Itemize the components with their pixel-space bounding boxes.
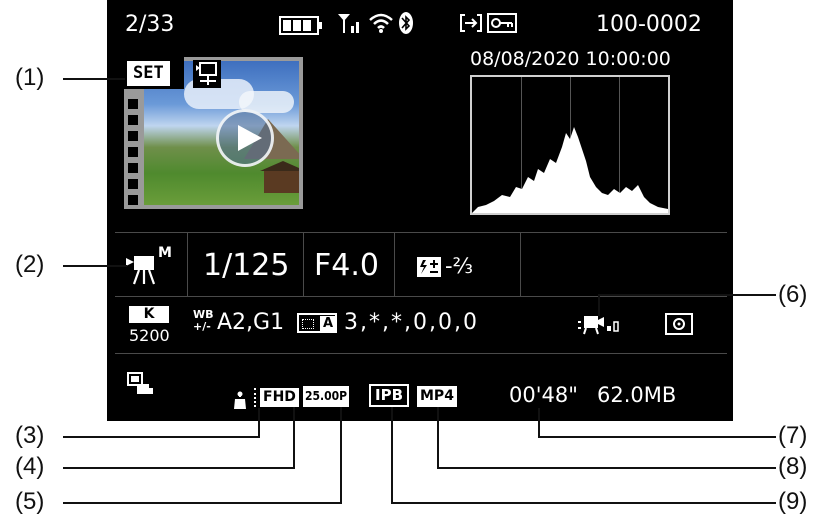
leader-3-v [258, 408, 260, 438]
frame-count: 2/33 [125, 12, 175, 37]
play-icon[interactable] [216, 109, 274, 167]
leader-4-v [293, 407, 295, 469]
leader-6-h [600, 294, 776, 296]
divider-2 [115, 296, 727, 297]
picture-style-values: 3,*,*,0,0,0 [344, 310, 479, 335]
wb-shift-icon: +/- [193, 320, 211, 333]
callout-1: (1) [15, 64, 45, 91]
divider-v4 [520, 233, 521, 296]
flash-exposure-comp-icon [417, 257, 441, 277]
leader-2 [63, 265, 127, 267]
frame-rate-badge: 25.00P [303, 386, 350, 407]
callout-4: (4) [15, 453, 45, 480]
compression-badge: IPB [369, 384, 410, 407]
callout-5: (5) [15, 488, 45, 515]
callout-8: (8) [778, 453, 808, 480]
picture-style-label: A [320, 316, 336, 331]
histogram [470, 75, 670, 215]
movie-mode-manual: M [158, 245, 172, 261]
leader-9-h [393, 502, 776, 504]
divider-1 [115, 232, 727, 233]
callout-3: (3) [15, 422, 45, 449]
callout-9: (9) [778, 488, 808, 515]
movie-transfer-icon [193, 60, 221, 88]
leader-5-v [340, 407, 342, 504]
leader-8-h [439, 467, 776, 469]
date-time: 08/08/2020 10:00:00 [470, 48, 671, 70]
color-temperature: 5200 [129, 326, 170, 345]
protect-icon [487, 13, 517, 33]
picture-style-icon: A [297, 313, 337, 333]
divider-v2 [303, 233, 304, 296]
set-badge: SET [124, 57, 184, 89]
divider-v3 [394, 233, 395, 296]
leader-5-h [63, 502, 342, 504]
thumbnail-frame: SET [124, 57, 303, 209]
divider-3 [115, 353, 727, 354]
file-size: 62.0MB [597, 383, 677, 407]
leader-3-h [63, 436, 260, 438]
aperture: F4.0 [314, 248, 379, 283]
leader-9-v [391, 407, 393, 504]
fhd-label: FHD [260, 388, 299, 407]
histogram-graph [472, 127, 668, 213]
movie-recording-size-icon [127, 372, 153, 394]
recording-duration: 00'48" [509, 383, 578, 407]
metering-mode-icon [665, 313, 693, 335]
callout-6: (6) [778, 281, 808, 308]
divider-v1 [187, 233, 188, 296]
audio-icon [234, 391, 246, 409]
leader-7-v [538, 408, 540, 438]
file-number: 100-0002 [596, 12, 702, 37]
wb-label: WB [193, 308, 214, 321]
callout-2: (2) [15, 251, 45, 278]
battery-icon [279, 16, 322, 35]
leader-8-v [437, 407, 439, 469]
transfer-icon [460, 14, 482, 32]
playback-info-screen: 2/33 100-0002 08/08/2020 10:00:00 SET M … [107, 0, 733, 421]
bluetooth-icon [399, 12, 413, 34]
leader-6-v [598, 294, 600, 316]
shutter-speed: 1/125 [203, 248, 290, 283]
film-strip-icon [126, 97, 140, 207]
signal-strength-icon [338, 14, 359, 33]
color-temp-k-badge: K [129, 306, 169, 323]
leader-7-h [540, 436, 776, 438]
callout-7: (7) [778, 422, 808, 449]
leader-1 [63, 78, 125, 80]
exposure-comp-value: -⅔ [445, 254, 473, 278]
wb-shift-value: A2,G1 [217, 310, 285, 335]
k-label: K [143, 306, 155, 322]
wifi-icon [369, 13, 393, 33]
set-label: SET [127, 61, 170, 86]
leader-4-h [63, 467, 295, 469]
format-badge: MP4 [417, 386, 457, 407]
